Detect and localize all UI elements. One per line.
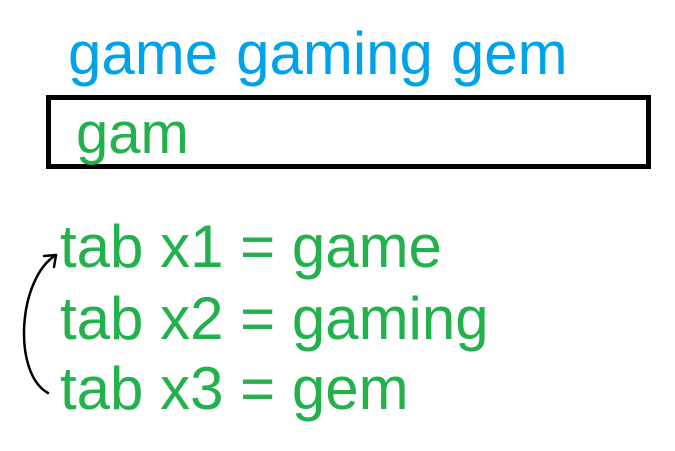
tab-step-3: tab x3 = gem: [60, 355, 409, 422]
cycle-arrow-head: [42, 253, 58, 269]
tab-step-2: tab x2 = gaming: [60, 285, 489, 352]
suggestion-game[interactable]: game: [68, 18, 218, 90]
suggestion-gem[interactable]: gem: [451, 18, 568, 90]
autocomplete-suggestions: game gaming gem: [68, 18, 568, 90]
suggestion-gaming[interactable]: gaming: [236, 18, 433, 90]
tab-step-1: tab x1 = game: [60, 213, 442, 280]
cycle-arrow-curve: [22, 253, 58, 395]
search-input[interactable]: gam: [46, 95, 651, 169]
input-value: gam: [76, 101, 189, 166]
